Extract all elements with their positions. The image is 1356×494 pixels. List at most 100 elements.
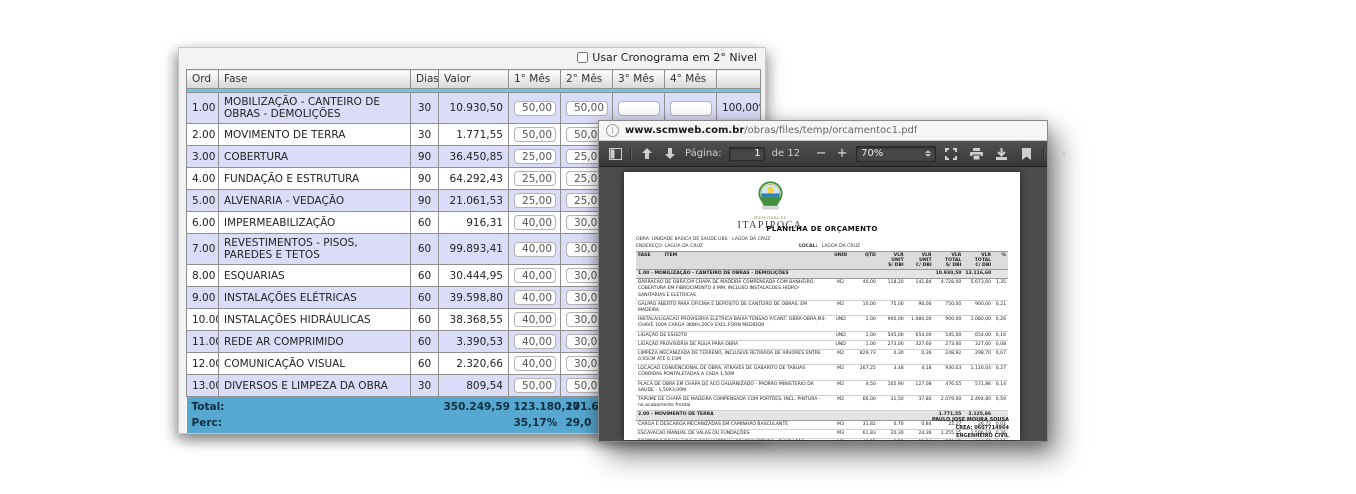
header-unid: UNID	[829, 252, 851, 270]
header-qtd: QTD	[852, 252, 878, 270]
table-header-row: Ord Fase Dias Valor 1° Mês 2° Mês 3° Mês…	[187, 70, 761, 89]
row-percent: 100,00%	[717, 93, 761, 124]
item-vlr-unit-sdbi: 900,00	[878, 316, 906, 331]
row-fase: REDE AR COMPRIMIDO	[219, 331, 411, 353]
row-dias: 30	[411, 375, 439, 397]
item-qtd: 1,00	[852, 316, 878, 331]
local-label: LOCAL:	[799, 244, 817, 249]
col-header-mes4: 4° Mês	[665, 70, 717, 89]
row-valor: 809,54	[439, 375, 509, 397]
usar-cronograma-label: Usar Cronograma em 2° Nivel	[592, 51, 757, 64]
item-qtd: 1,00	[852, 340, 878, 349]
mes1-input[interactable]	[514, 127, 556, 142]
mes1-input[interactable]	[514, 193, 556, 208]
item-unid: UND	[829, 316, 851, 331]
zoom-out-button[interactable]: −	[814, 147, 828, 161]
item-percent: 0,08	[993, 340, 1008, 349]
row-dias: 90	[411, 168, 439, 190]
sidebar-toggle-icon[interactable]	[607, 146, 623, 162]
mes3-input[interactable]	[618, 101, 660, 116]
page-number-input[interactable]	[729, 147, 765, 161]
total-mes1: 123.180,27	[509, 397, 561, 416]
usar-cronograma-checkbox-row[interactable]: Usar Cronograma em 2° Nivel	[577, 51, 757, 64]
item-vlr-unit-cdbi: 37,80	[906, 396, 934, 411]
item-vlr-total-sdbi: 273,00	[934, 340, 964, 349]
page-down-icon[interactable]	[662, 146, 678, 162]
item-description: BARRACAO DE OBRA EM CHAPA DE MADEIRA COM…	[636, 279, 829, 301]
bookmark-icon[interactable]	[1018, 146, 1034, 162]
item-vlr-unit-cdbi: 1.080,00	[906, 316, 934, 331]
zoom-in-button[interactable]: +	[835, 147, 849, 161]
mes1-input[interactable]	[514, 334, 556, 349]
row-ord: 4.00	[187, 168, 219, 190]
pdf-toolbar: Página: de 12 − + 70%	[599, 141, 1047, 167]
print-icon[interactable]	[968, 146, 984, 162]
section-title: 1.00 - MOBILIZAÇÃO - CANTEIRO DE OBRAS -…	[636, 270, 934, 279]
orcamento-item-row: LIGAÇÃO PROVISÓRIA DE ÁGUA PARA OBRA UND…	[636, 340, 1008, 349]
mes1-input[interactable]	[514, 378, 556, 393]
item-qtd: 829,73	[852, 349, 878, 364]
mes1-input[interactable]	[514, 356, 556, 371]
item-vlr-total-sdbi: 476,55	[934, 380, 964, 395]
presentation-mode-icon[interactable]	[943, 146, 959, 162]
item-vlr-total-sdbi: 2.079,00	[934, 396, 964, 411]
select-spinner-icon	[925, 150, 931, 157]
mes1-input[interactable]	[514, 149, 556, 164]
toolbar-divider	[630, 147, 632, 161]
address-bar[interactable]: i www.scmweb.com.br/obras/files/temp/orc…	[599, 121, 1047, 141]
item-vlr-total-cdbi: 900,00	[963, 300, 993, 315]
download-icon[interactable]	[993, 146, 1009, 162]
mes1-input[interactable]	[514, 290, 556, 305]
mes1-input[interactable]	[514, 101, 556, 116]
item-vlr-total-sdbi: 545,00	[934, 331, 964, 340]
document-title: PLANILHA DE ORÇAMENTO	[624, 225, 1020, 233]
item-vlr-total-cdbi: 2.494,80	[963, 396, 993, 411]
row-valor: 39.598,80	[439, 287, 509, 309]
zoom-select[interactable]: 70%	[856, 146, 936, 162]
item-unid: M2	[829, 365, 851, 380]
perc-mes1: 35,17%	[509, 415, 561, 433]
orcamento-header-row: FASEITEM UNID QTD VLR UNITS/ DBI VLR UNI…	[636, 252, 1008, 270]
engineer-title: ENGENHEIRO CIVIL	[932, 433, 1009, 441]
row-fase: ESQUARIAS	[219, 265, 411, 287]
mes1-input[interactable]	[514, 242, 556, 257]
mes4-input[interactable]	[670, 101, 712, 116]
item-unid: M2	[829, 279, 851, 301]
item-vlr-unit-sdbi: 273,00	[878, 340, 906, 349]
row-fase: INSTALAÇÕES HIDRÁULICAS	[219, 309, 411, 331]
item-qtd: 61,83	[852, 429, 878, 438]
page-up-icon[interactable]	[639, 146, 655, 162]
header-fase-item: FASEITEM	[636, 252, 829, 270]
row-fase: INSTALAÇÕES ELÉTRICAS	[219, 287, 411, 309]
row-ord: 2.00	[187, 124, 219, 146]
mes1-input[interactable]	[514, 312, 556, 327]
item-vlr-unit-cdbi: 127,08	[906, 380, 934, 395]
item-description: ESCAVACAO MANUAL DE VALAS OU FUNDAÇÕES	[636, 429, 829, 438]
item-description: REATERRO DE VALA/CAVA COM MATERIAL REAPR…	[636, 438, 829, 441]
item-vlr-total-cdbi: 1.080,00	[963, 316, 993, 331]
mes1-input[interactable]	[514, 171, 556, 186]
itapipoca-crest-logo	[757, 181, 784, 211]
row-valor: 1.771,55	[439, 124, 509, 146]
item-qtd: 10,00	[852, 300, 878, 315]
item-vlr-total-cdbi: 327,60	[963, 340, 993, 349]
mes1-input[interactable]	[514, 215, 556, 230]
total-label: Total:	[187, 397, 439, 416]
pdf-content-area[interactable]: PREFEITURA DE ITAPIPOCA PLANILHA DE ORÇA…	[599, 167, 1047, 441]
row-dias: 60	[411, 353, 439, 375]
page-info-icon[interactable]: i	[606, 124, 619, 137]
item-unid: M2	[829, 349, 851, 364]
item-vlr-total-sdbi: 4.728,00	[934, 279, 964, 301]
item-vlr-unit-cdbi: 327,60	[906, 340, 934, 349]
item-percent: 0,27	[993, 365, 1008, 380]
usar-cronograma-checkbox[interactable]	[577, 52, 588, 63]
row-fase: COBERTURA	[219, 146, 411, 168]
row-ord: 11.00	[187, 331, 219, 353]
row-valor: 64.292,43	[439, 168, 509, 190]
row-valor: 2.320,66	[439, 353, 509, 375]
toolbar-overflow-icon[interactable]	[1054, 146, 1070, 162]
row-fase: REVESTIMENTOS - PISOS, PAREDES E TETOS	[219, 234, 411, 265]
url-path: /obras/files/temp/orcamentoc1.pdf	[744, 125, 917, 136]
mes2-input[interactable]	[566, 101, 608, 116]
mes1-input[interactable]	[514, 268, 556, 283]
